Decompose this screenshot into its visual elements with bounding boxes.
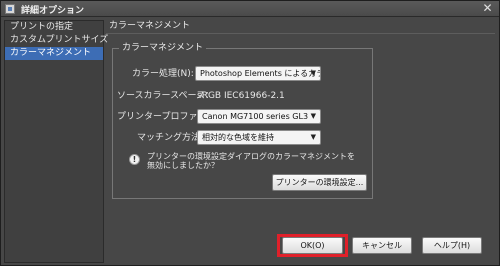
panel-title: カラーマネジメント <box>106 20 495 34</box>
sidebar-item-print-settings[interactable]: プリントの指定 <box>5 21 103 34</box>
app-icon <box>5 4 15 14</box>
dialog-window: 詳細オプション ✕ プリントの指定 カスタムプリントサイズ カラーマネジメント … <box>0 0 500 266</box>
printer-profile-select[interactable]: Canon MG7100 series GL3 ▼ <box>197 109 321 124</box>
close-icon[interactable]: ✕ <box>480 2 495 15</box>
sidebar-item-custom-print-size[interactable]: カスタムプリントサイズ <box>5 34 108 47</box>
matching-select[interactable]: 相対的な色域を維持 ▼ <box>197 130 321 145</box>
chevron-down-icon: ▼ <box>310 69 316 77</box>
info-icon: ! <box>129 154 140 165</box>
color-handling-value: Photoshop Elements によるカラ～ <box>200 69 321 78</box>
group-title: カラーマネジメント <box>119 42 207 54</box>
help-button[interactable]: ヘルプ(H) <box>422 237 482 254</box>
color-handling-label: カラー処理(N): <box>132 69 194 79</box>
chevron-down-icon: ▼ <box>310 112 316 120</box>
title-bar[interactable]: 詳細オプション ✕ <box>1 1 499 17</box>
sidebar: プリントの指定 カスタムプリントサイズ カラーマネジメント <box>4 20 108 263</box>
sidebar-item-color-management[interactable]: カラーマネジメント <box>5 47 103 60</box>
matching-value: 相対的な色域を維持 <box>202 133 274 142</box>
printer-profile-value: Canon MG7100 series GL3 <box>202 112 309 121</box>
cancel-button[interactable]: キャンセル <box>352 237 412 254</box>
color-management-note: プリンターの環境設定ダイアログのカラーマネジメントを無効にしましたか？ <box>147 152 355 170</box>
printer-preferences-button[interactable]: プリンターの環境設定... <box>272 174 367 191</box>
color-handling-select[interactable]: Photoshop Elements によるカラ～ ▼ <box>195 66 321 81</box>
chevron-down-icon: ▼ <box>310 133 316 141</box>
ok-button-highlight <box>277 234 348 257</box>
source-space-value: sRGB IEC61966-2.1 <box>197 91 285 101</box>
window-title: 詳細オプション <box>21 6 85 16</box>
